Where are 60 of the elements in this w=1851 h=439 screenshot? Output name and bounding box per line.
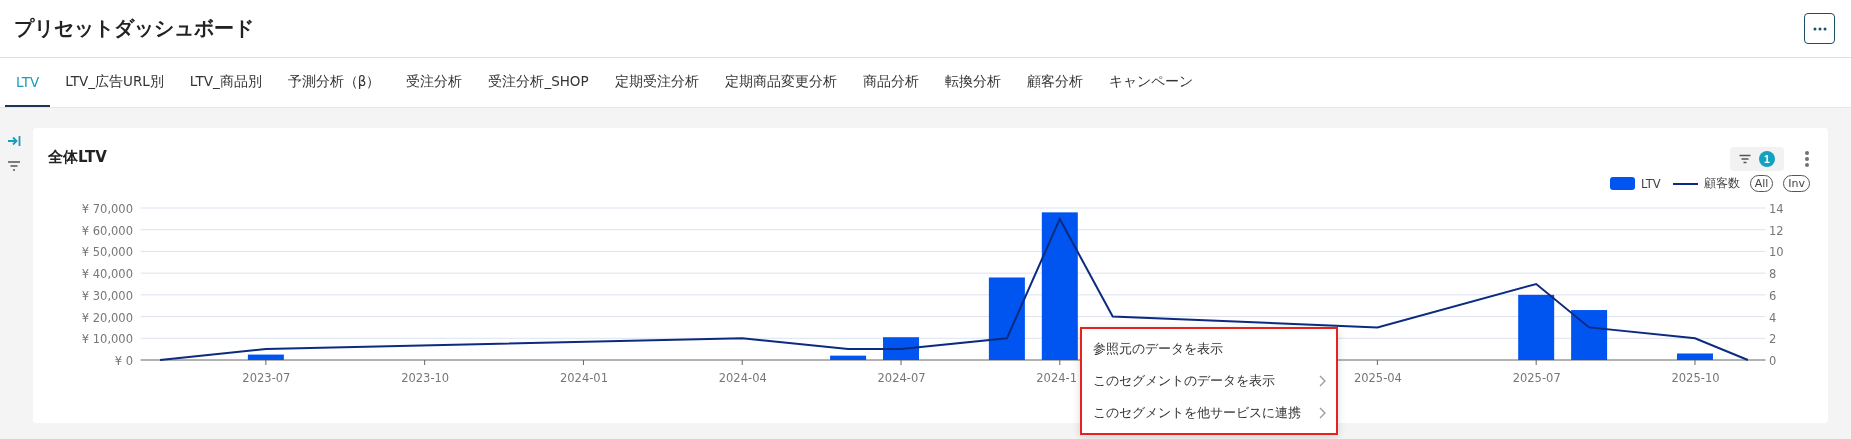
tab[interactable]: キャンペーン bbox=[1097, 58, 1204, 107]
tab[interactable]: 予測分析（β） bbox=[276, 58, 392, 107]
bar bbox=[883, 337, 919, 360]
x-axis-label: 2025-07 bbox=[1512, 371, 1561, 385]
y-axis-label: 6 bbox=[1769, 288, 1777, 303]
x-axis-label: 2023-07 bbox=[242, 371, 291, 385]
y-axis-label: 4 bbox=[1769, 310, 1777, 325]
x-axis-label: 2024-04 bbox=[718, 371, 767, 385]
tab[interactable]: 顧客分析 bbox=[1015, 58, 1094, 107]
y-axis-label: ¥ 50,000 bbox=[81, 245, 133, 260]
bar bbox=[1571, 310, 1608, 360]
card-title: 全体LTV bbox=[48, 148, 107, 167]
filter-icon bbox=[1739, 154, 1751, 164]
tab[interactable]: 定期商品変更分析 bbox=[713, 58, 848, 107]
bar bbox=[1676, 353, 1713, 360]
y-axis-label: ¥ 60,000 bbox=[81, 223, 133, 238]
expand-icon[interactable] bbox=[7, 135, 21, 147]
legend-label: 顧客数 bbox=[1703, 176, 1740, 191]
x-axis-label: 2023-10 bbox=[401, 371, 450, 385]
more-icon bbox=[1812, 26, 1827, 31]
y-axis-label: ¥ 0 bbox=[114, 354, 133, 368]
bar bbox=[1518, 294, 1555, 360]
x-axis-label: 2024-07 bbox=[877, 371, 926, 385]
x-axis-label: 2025-10 bbox=[1671, 371, 1720, 385]
x-axis-label: 2024-1 bbox=[1036, 371, 1078, 385]
y-axis-label: 8 bbox=[1769, 267, 1777, 282]
legend-toggle[interactable]: Inv bbox=[1783, 175, 1810, 192]
legend-swatch bbox=[1609, 177, 1635, 190]
y-axis-label: ¥ 10,000 bbox=[81, 332, 133, 347]
y-axis-label: 12 bbox=[1769, 223, 1784, 238]
y-axis-label: ¥ 40,000 bbox=[81, 267, 133, 282]
y-axis-label: 14 bbox=[1769, 202, 1784, 216]
tab[interactable]: LTV_商品別 bbox=[178, 58, 273, 107]
tab[interactable]: LTV_広告URL別 bbox=[54, 58, 175, 107]
bar bbox=[247, 354, 284, 360]
x-axis-label: 2025-04 bbox=[1353, 371, 1402, 385]
y-axis-label: 10 bbox=[1769, 245, 1784, 260]
menu-item[interactable]: このセグメントのデータを表示 bbox=[1082, 365, 1336, 397]
y-axis-label: ¥ 20,000 bbox=[81, 310, 133, 325]
y-axis-label: 2 bbox=[1769, 332, 1777, 347]
tab[interactable]: 受注分析_SHOP bbox=[477, 58, 600, 107]
y-axis-label: ¥ 70,000 bbox=[81, 202, 133, 216]
filter-icon[interactable] bbox=[7, 160, 21, 172]
x-axis-label: 2024-01 bbox=[559, 371, 608, 385]
menu-item[interactable]: 参照元のデータを表示 bbox=[1082, 333, 1336, 365]
tab[interactable]: 受注分析 bbox=[395, 58, 474, 107]
tab[interactable]: 定期受注分析 bbox=[603, 58, 710, 107]
menu-item[interactable]: このセグメントを他サービスに連携 bbox=[1082, 397, 1336, 429]
page-title: プリセットダッシュボード bbox=[14, 15, 254, 42]
legend-label: LTV bbox=[1640, 176, 1661, 191]
legend-swatch bbox=[1672, 182, 1698, 185]
legend-toggle[interactable]: All bbox=[1749, 175, 1774, 192]
more-button[interactable] bbox=[1804, 13, 1835, 44]
filter-count-badge: 1 bbox=[1759, 151, 1775, 167]
tab[interactable]: 転換分析 bbox=[933, 58, 1012, 107]
tab[interactable]: 商品分析 bbox=[851, 58, 930, 107]
y-axis-label: ¥ 30,000 bbox=[81, 288, 133, 303]
kebab-menu-icon[interactable] bbox=[1804, 150, 1810, 168]
bar bbox=[830, 355, 867, 360]
y-axis-label: 0 bbox=[1769, 354, 1777, 368]
